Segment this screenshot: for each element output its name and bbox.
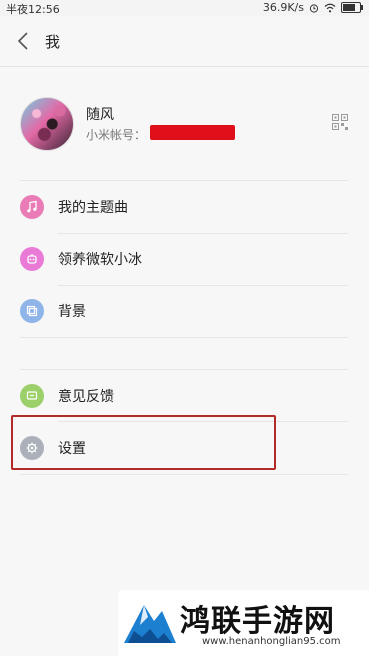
status-indicators: 36.9K/s: [262, 1, 363, 14]
chevron-left-icon: [17, 32, 28, 50]
back-button[interactable]: [14, 30, 34, 52]
menu-label: 意见反馈: [58, 389, 114, 405]
menu-label: 我的主题曲: [58, 200, 128, 216]
watermark-title: 鸿联手游网: [180, 604, 335, 639]
background-icon: [20, 299, 44, 323]
brand-logo: [124, 605, 176, 643]
qr-code-icon[interactable]: [332, 114, 348, 130]
battery-icon: [341, 2, 363, 13]
menu-label: 背景: [58, 304, 86, 320]
watermark-url: www.henanhonglian95.com: [202, 636, 341, 647]
divider: [20, 474, 348, 475]
menu-item-theme-song[interactable]: 我的主题曲: [0, 181, 369, 233]
alarm-icon: [309, 3, 319, 13]
menu-label: 领养微软小冰: [58, 252, 142, 268]
username: 随风: [86, 107, 114, 123]
xiaoice-icon: [20, 247, 44, 271]
highlight-box: [11, 415, 276, 470]
network-speed: 36.9K/s: [262, 1, 304, 14]
avatar[interactable]: [20, 97, 74, 151]
menu-item-xiaoice[interactable]: 领养微软小冰: [0, 233, 369, 285]
status-bar: 半夜12:56 36.9K/s: [0, 0, 369, 16]
page-title: 我: [45, 33, 61, 51]
wifi-icon: [324, 3, 336, 12]
title-bar: 我: [0, 16, 369, 67]
divider: [20, 337, 348, 338]
menu-item-background[interactable]: 背景: [0, 285, 369, 337]
account-label: 小米帐号：: [86, 128, 147, 142]
watermark: 鸿联手游网 www.henanhonglian95.com: [118, 590, 369, 656]
redaction-bar: [150, 125, 235, 140]
feedback-icon: [20, 384, 44, 408]
music-note-icon: [20, 195, 44, 219]
status-time: 半夜12:56: [6, 3, 60, 16]
